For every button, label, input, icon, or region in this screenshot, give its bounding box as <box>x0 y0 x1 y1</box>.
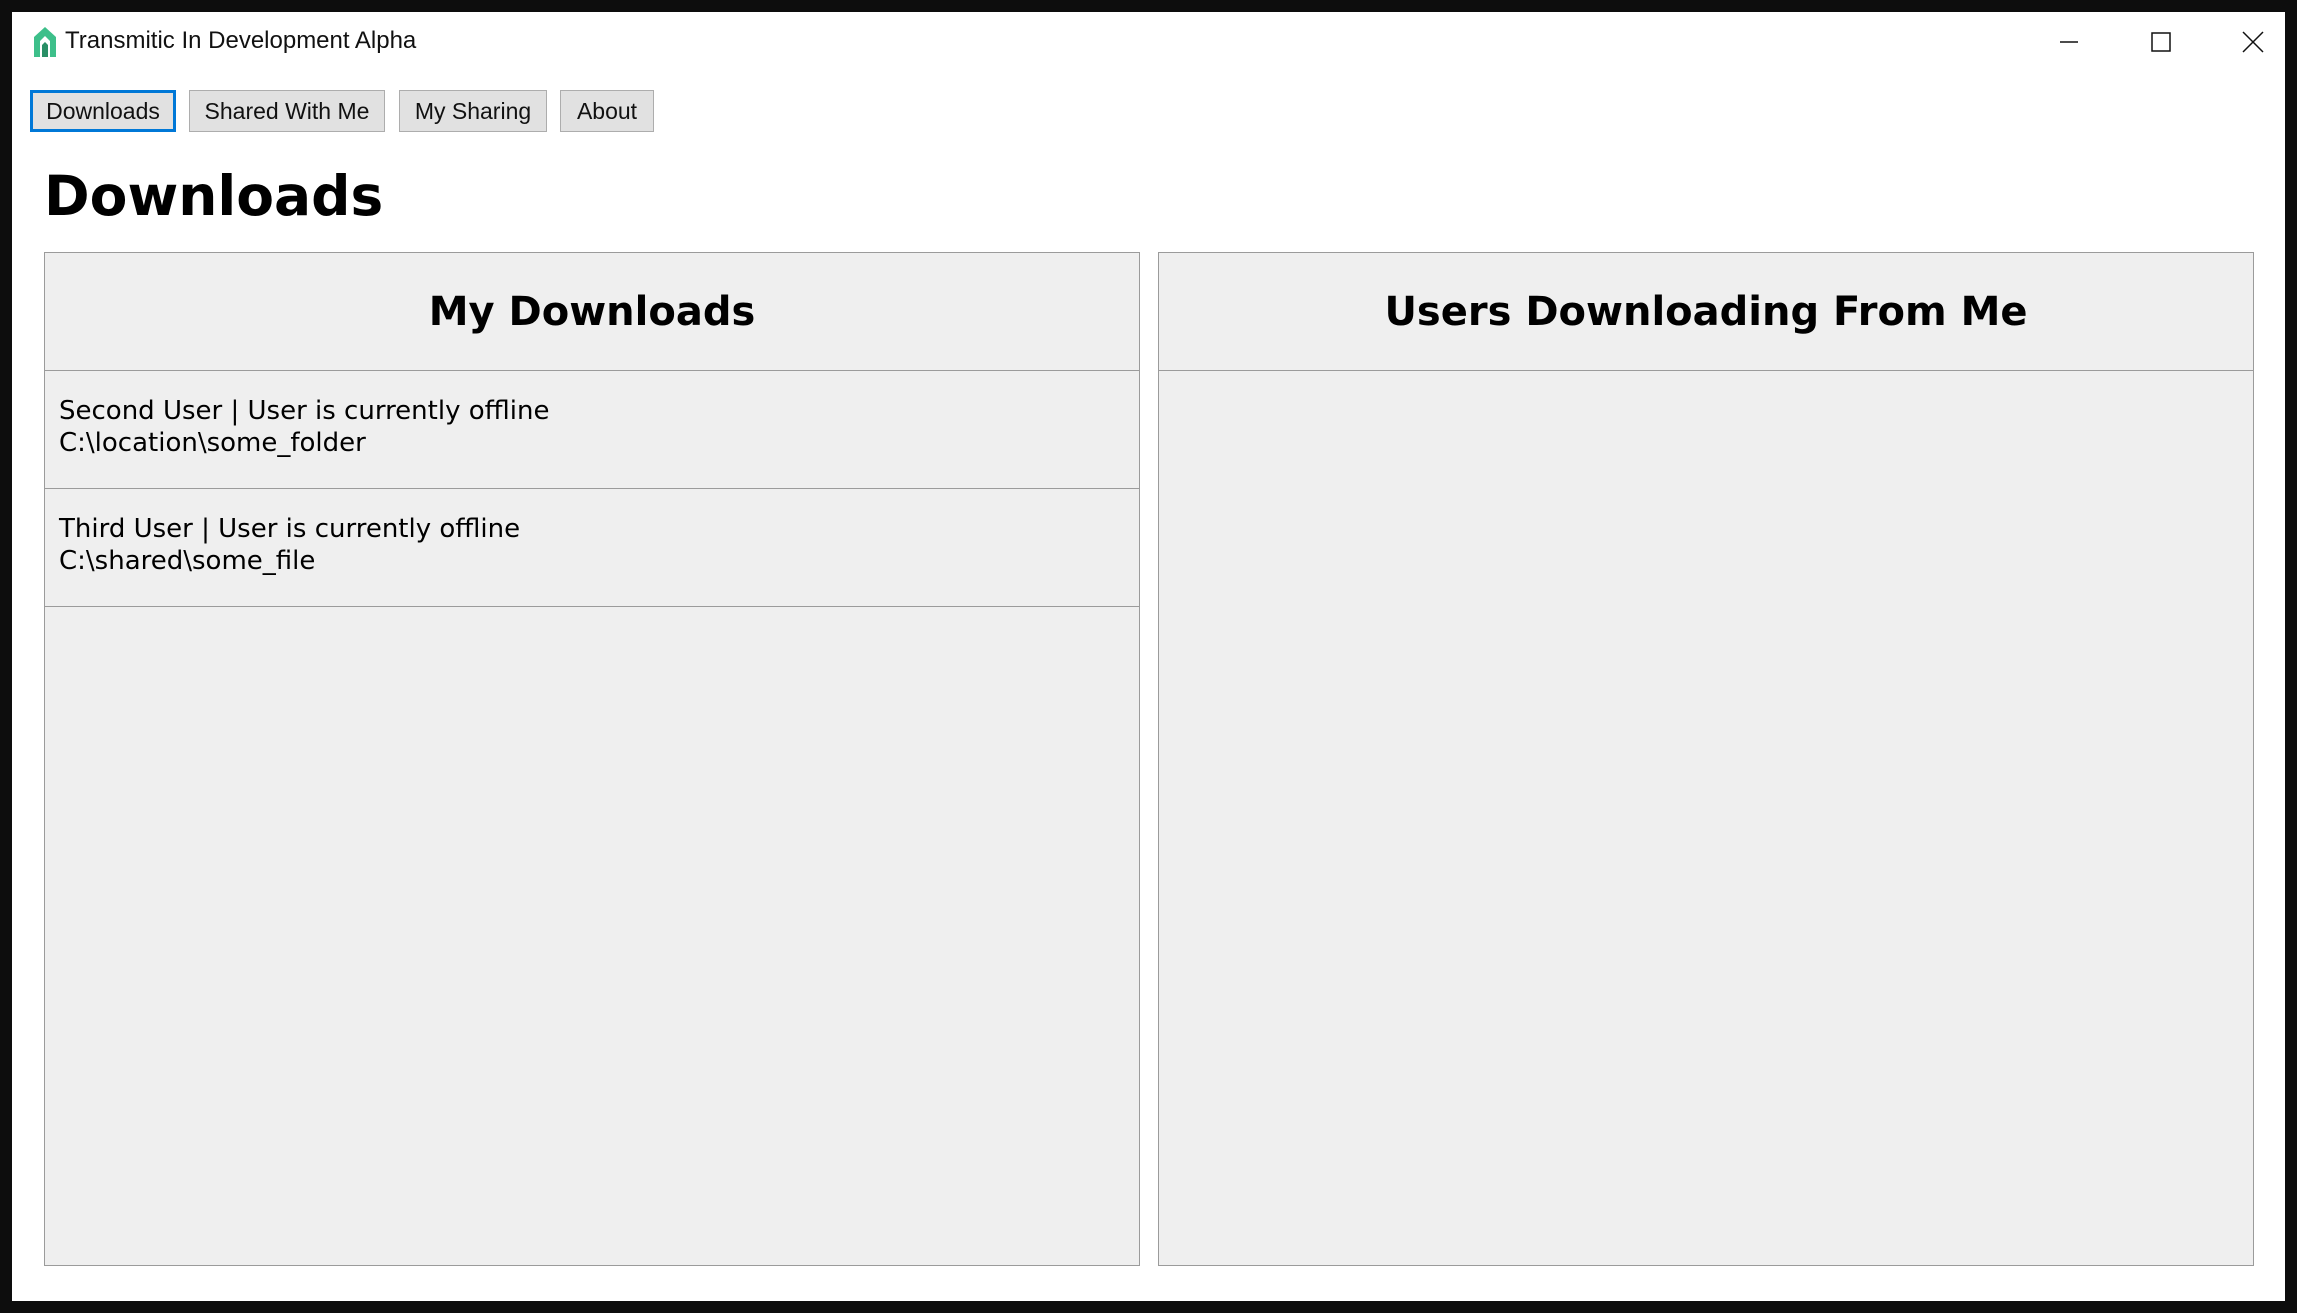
tab-about[interactable]: About <box>560 90 654 132</box>
tab-shared-with-me[interactable]: Shared With Me <box>189 90 385 132</box>
users-downloading-header: Users Downloading From Me <box>1159 253 2253 371</box>
window-title: Transmitic In Development Alpha <box>65 27 417 54</box>
maximize-button[interactable] <box>2115 12 2207 72</box>
tab-my-sharing[interactable]: My Sharing <box>399 90 547 132</box>
close-button[interactable] <box>2207 12 2297 72</box>
my-downloads-panel: My Downloads Second User | User is curre… <box>44 252 1140 1266</box>
download-item-status: Third User | User is currently offline <box>59 514 521 544</box>
my-downloads-header: My Downloads <box>45 253 1139 371</box>
minimize-icon <box>2059 32 2079 52</box>
download-item-path: C:\location\some_folder <box>59 428 366 458</box>
maximize-icon <box>2151 32 2171 52</box>
title-bar[interactable]: Transmitic In Development Alpha <box>12 12 2285 72</box>
download-item[interactable]: Second User | User is currently offline … <box>45 371 1139 489</box>
tab-downloads[interactable]: Downloads <box>30 90 176 132</box>
transmitic-logo-icon <box>32 25 58 59</box>
minimize-button[interactable] <box>2023 12 2115 72</box>
download-item-path: C:\shared\some_file <box>59 546 316 576</box>
users-downloading-panel: Users Downloading From Me <box>1158 252 2254 1266</box>
close-icon <box>2242 31 2264 53</box>
download-item[interactable]: Third User | User is currently offline C… <box>45 489 1139 607</box>
download-item-status: Second User | User is currently offline <box>59 396 550 426</box>
page-title: Downloads <box>44 164 384 228</box>
app-window: Transmitic In Development Alpha Download… <box>12 12 2285 1301</box>
